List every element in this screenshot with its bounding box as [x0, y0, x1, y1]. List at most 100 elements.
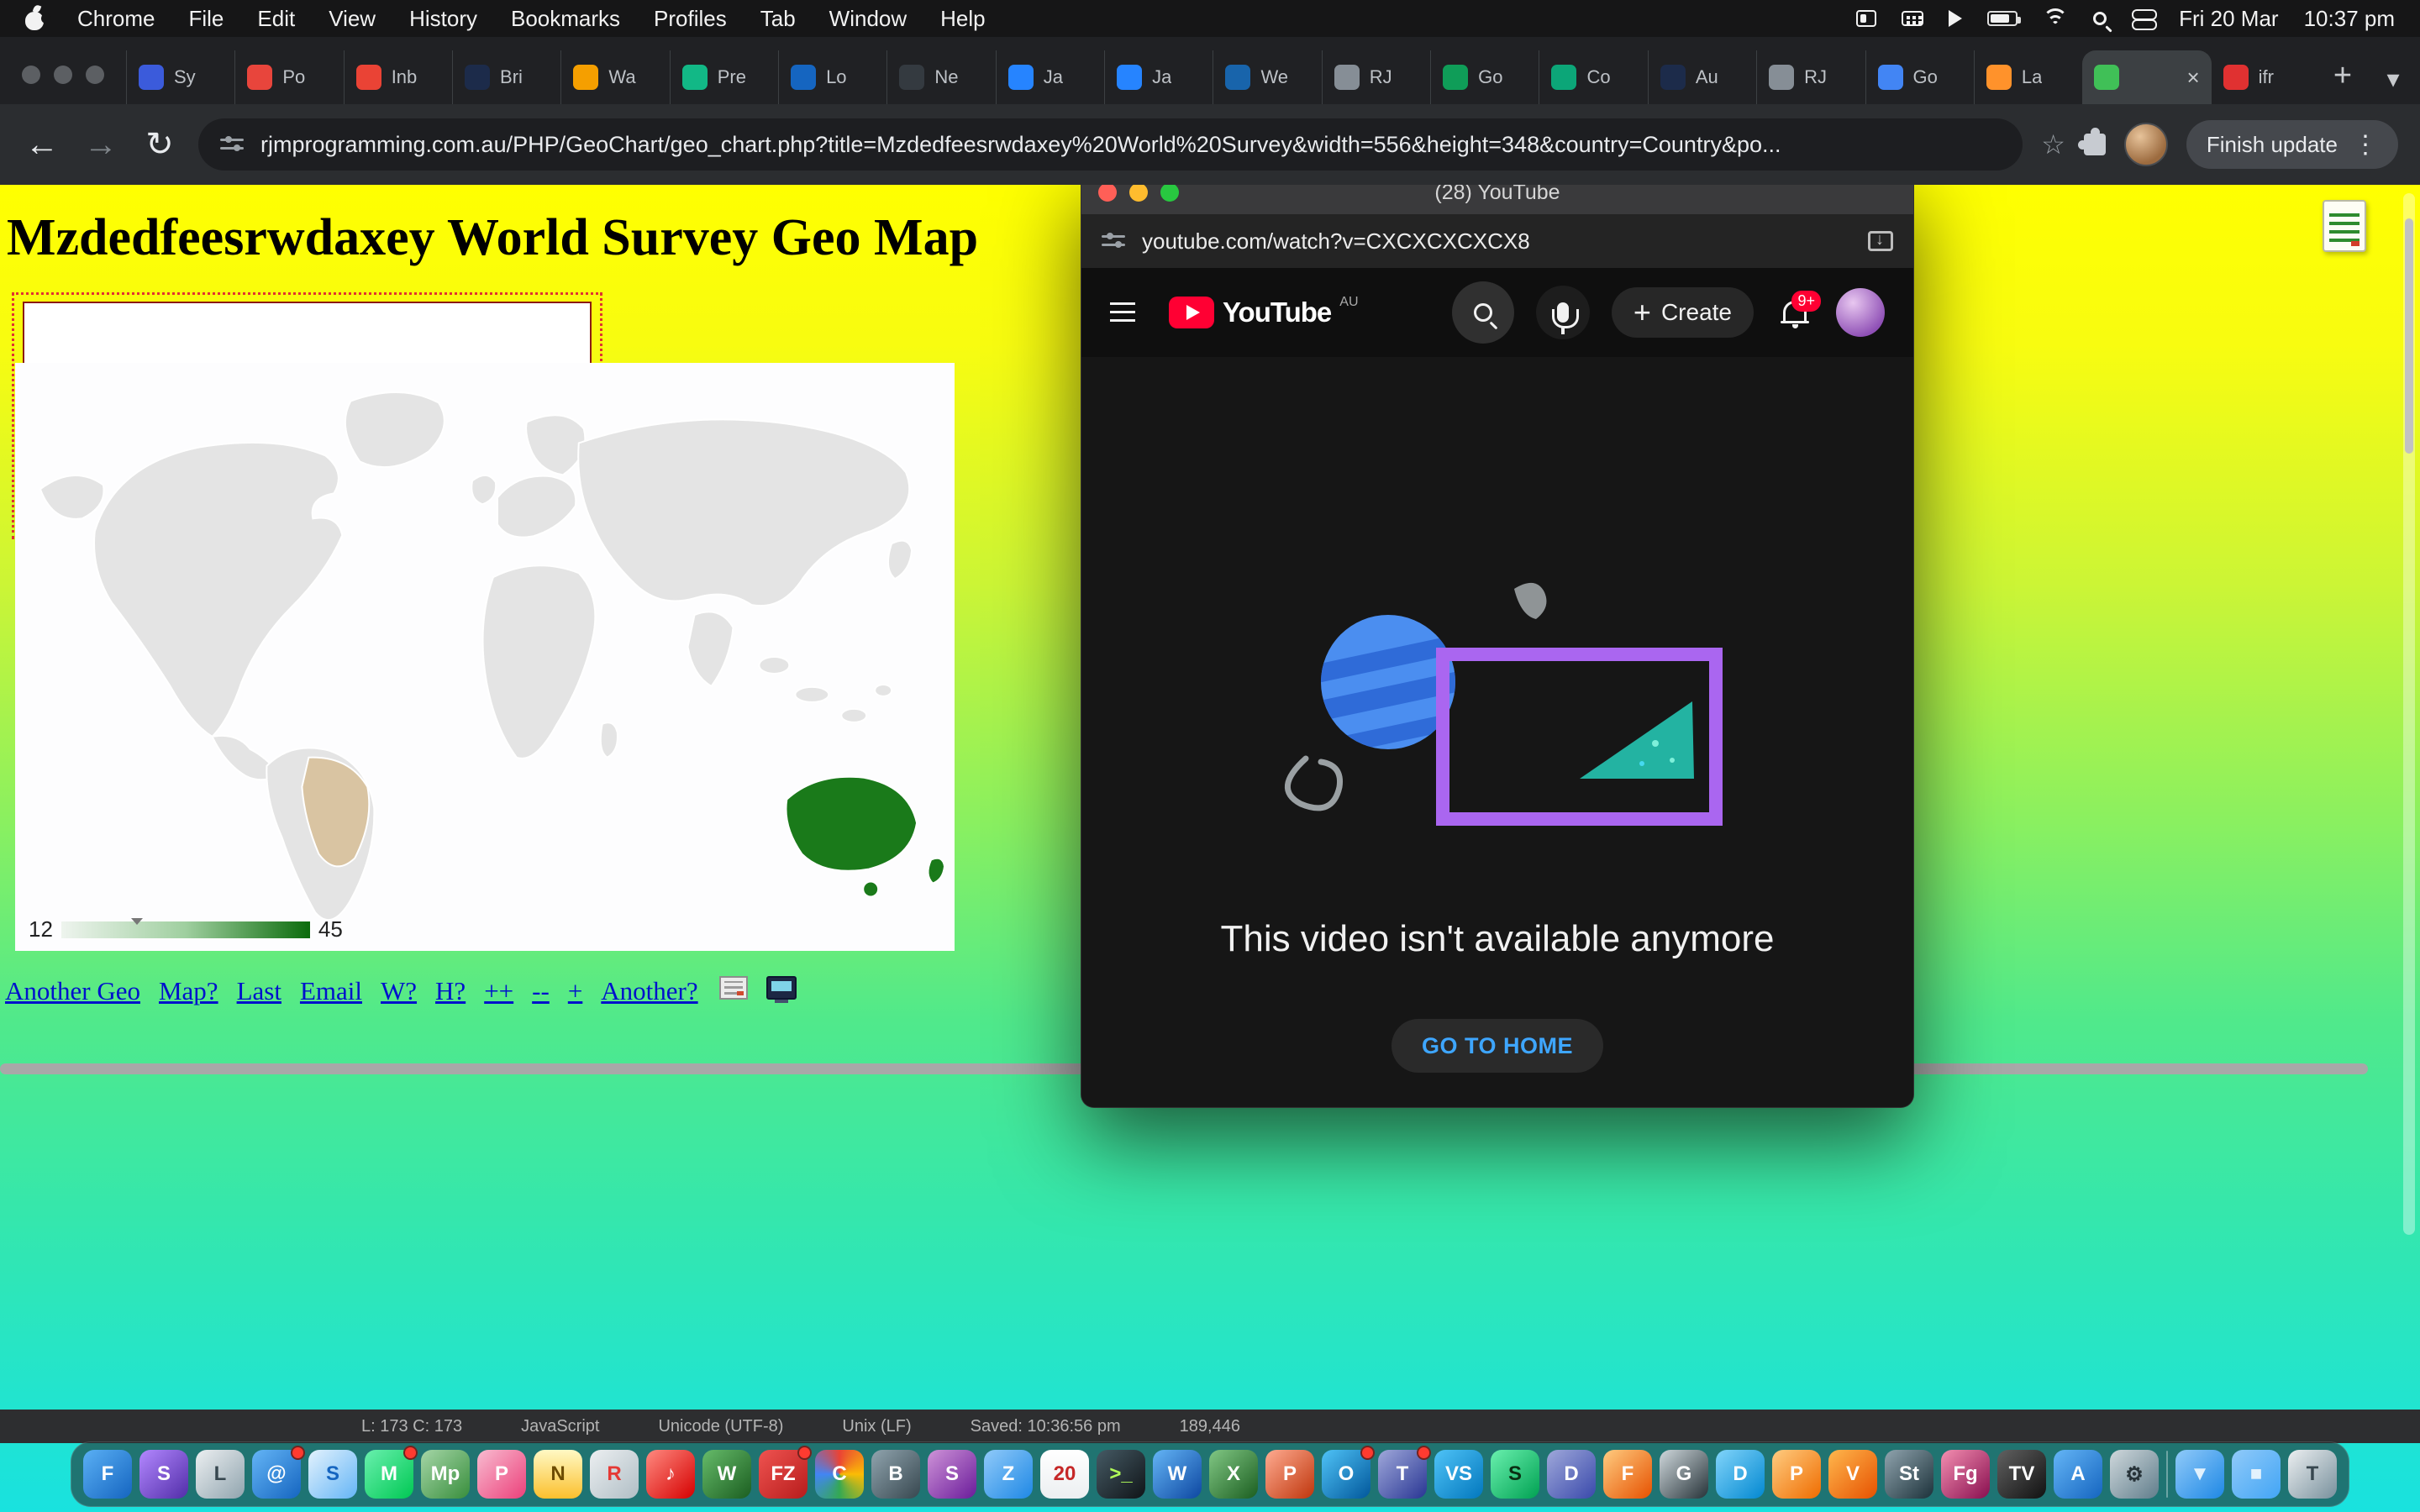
- dock-app-icon[interactable]: [2166, 1451, 2168, 1498]
- menu-bar-item[interactable]: Help: [940, 6, 985, 32]
- hamburger-menu-icon[interactable]: [1110, 302, 1135, 323]
- youtube-url-text[interactable]: youtube.com/watch?v=CXCXCXCXCX8: [1142, 228, 1851, 255]
- notes-widget-icon[interactable]: [2323, 200, 2366, 252]
- menu-bar-item[interactable]: File: [188, 6, 224, 32]
- chrome-menu-icon[interactable]: ⋮: [2353, 130, 2378, 160]
- dock-app-icon[interactable]: P: [1265, 1450, 1314, 1499]
- battery-icon[interactable]: [1987, 11, 2018, 26]
- zoom-window-icon[interactable]: [86, 66, 104, 84]
- voice-search-button[interactable]: [1536, 286, 1590, 339]
- wifi-icon[interactable]: [2043, 8, 2068, 29]
- page-link[interactable]: Last: [237, 976, 281, 1006]
- spotlight-icon[interactable]: [2093, 12, 2107, 25]
- browser-tab[interactable]: ×: [2082, 50, 2211, 104]
- page-link[interactable]: Map?: [159, 976, 218, 1006]
- dock-app-icon[interactable]: @: [252, 1450, 301, 1499]
- dock-app-icon[interactable]: D: [1716, 1450, 1765, 1499]
- browser-tab[interactable]: Go: [1865, 50, 1974, 104]
- dock-app-icon[interactable]: ■: [2232, 1450, 2281, 1499]
- dock-app-icon[interactable]: P: [1772, 1450, 1821, 1499]
- minimize-window-icon[interactable]: [1129, 183, 1148, 202]
- menu-bar-item[interactable]: Edit: [257, 6, 295, 32]
- control-center-icon[interactable]: [2132, 9, 2154, 28]
- dock-app-icon[interactable]: S: [1491, 1450, 1539, 1499]
- site-settings-icon[interactable]: [220, 135, 244, 154]
- keyboard-icon[interactable]: [1902, 11, 1923, 26]
- install-app-icon[interactable]: [1868, 231, 1893, 251]
- dock-app-icon[interactable]: F: [83, 1450, 132, 1499]
- go-to-home-button[interactable]: GO TO HOME: [1392, 1019, 1603, 1073]
- computer-icon[interactable]: [766, 976, 797, 1000]
- page-link[interactable]: H?: [435, 976, 466, 1006]
- dock-app-icon[interactable]: T: [2288, 1450, 2337, 1499]
- new-tab-button[interactable]: +: [2319, 58, 2366, 104]
- newspaper-icon[interactable]: [719, 976, 748, 1000]
- stage-manager-icon[interactable]: [1856, 10, 1876, 27]
- browser-tab[interactable]: Go: [1430, 50, 1539, 104]
- browser-tab[interactable]: Au: [1648, 50, 1756, 104]
- dock-app-icon[interactable]: L: [196, 1450, 245, 1499]
- dock-app-icon[interactable]: O: [1322, 1450, 1370, 1499]
- tab-search-chevron-icon[interactable]: ▾: [2366, 65, 2420, 104]
- bookmark-star-icon[interactable]: ☆: [2041, 129, 2065, 160]
- browser-tab[interactable]: We: [1213, 50, 1321, 104]
- forward-button[interactable]: →: [81, 126, 121, 164]
- browser-tab[interactable]: Wa: [560, 50, 669, 104]
- dock-app-icon[interactable]: T: [1378, 1450, 1427, 1499]
- menu-bar-item[interactable]: View: [329, 6, 376, 32]
- vertical-scrollbar[interactable]: [2403, 193, 2415, 1235]
- page-link[interactable]: Email: [300, 976, 362, 1006]
- menu-bar-item[interactable]: Profiles: [654, 6, 727, 32]
- browser-tab[interactable]: RJ: [1756, 50, 1865, 104]
- dock-app-icon[interactable]: S: [928, 1450, 976, 1499]
- reload-button[interactable]: ↻: [139, 125, 180, 164]
- menu-bar-item[interactable]: Window: [829, 6, 907, 32]
- dock-app-icon[interactable]: St: [1885, 1450, 1933, 1499]
- dock-app-icon[interactable]: Z: [984, 1450, 1033, 1499]
- dock-app-icon[interactable]: R: [590, 1450, 639, 1499]
- profile-avatar[interactable]: [2124, 123, 2168, 166]
- dock-app-icon[interactable]: ▼: [2175, 1450, 2224, 1499]
- browser-tab[interactable]: Pre: [670, 50, 778, 104]
- apple-logo-icon[interactable]: [25, 7, 45, 30]
- dock-app-icon[interactable]: P: [477, 1450, 526, 1499]
- dock-app-icon[interactable]: G: [1660, 1450, 1708, 1499]
- finish-update-button[interactable]: Finish update ⋮: [2186, 120, 2398, 169]
- back-button[interactable]: ←: [22, 126, 62, 164]
- browser-tab[interactable]: RJ: [1322, 50, 1430, 104]
- play-icon[interactable]: [1949, 10, 1962, 27]
- browser-tab[interactable]: Sy: [126, 50, 234, 104]
- menu-bar-item[interactable]: Bookmarks: [511, 6, 620, 32]
- tab-close-icon[interactable]: ×: [2186, 65, 2199, 91]
- dock-app-icon[interactable]: N: [534, 1450, 582, 1499]
- close-window-icon[interactable]: [22, 66, 40, 84]
- page-link[interactable]: Another?: [601, 976, 697, 1006]
- account-avatar[interactable]: [1836, 288, 1885, 337]
- dock-app-icon[interactable]: >_: [1097, 1450, 1145, 1499]
- browser-tab[interactable]: Po: [234, 50, 343, 104]
- dock-app-icon[interactable]: V: [1828, 1450, 1877, 1499]
- browser-tab[interactable]: Bri: [452, 50, 560, 104]
- dock-app-icon[interactable]: D: [1547, 1450, 1596, 1499]
- dock-app-icon[interactable]: F: [1603, 1450, 1652, 1499]
- close-window-icon[interactable]: [1098, 183, 1117, 202]
- dock-app-icon[interactable]: Fg: [1941, 1450, 1990, 1499]
- browser-tab[interactable]: Lo: [778, 50, 886, 104]
- dock-app-icon[interactable]: A: [2054, 1450, 2102, 1499]
- browser-tab[interactable]: Co: [1539, 50, 1647, 104]
- extensions-icon[interactable]: [2084, 134, 2106, 155]
- dock-app-icon[interactable]: FZ: [759, 1450, 808, 1499]
- browser-tab[interactable]: Ja: [1104, 50, 1213, 104]
- browser-tab[interactable]: Inb: [344, 50, 452, 104]
- dock-app-icon[interactable]: Mp: [421, 1450, 470, 1499]
- world-map[interactable]: [15, 363, 955, 951]
- browser-tab[interactable]: ifr: [2212, 50, 2319, 104]
- dock-app-icon[interactable]: VS: [1434, 1450, 1483, 1499]
- menu-bar-date[interactable]: Fri 20 Mar: [2179, 6, 2278, 32]
- dock-app-icon[interactable]: M: [365, 1450, 413, 1499]
- browser-tab[interactable]: La: [1974, 50, 2082, 104]
- dock-app-icon[interactable]: B: [871, 1450, 920, 1499]
- country-australia[interactable]: [786, 777, 917, 871]
- menu-bar-item[interactable]: Tab: [760, 6, 796, 32]
- page-link[interactable]: +: [568, 976, 582, 1006]
